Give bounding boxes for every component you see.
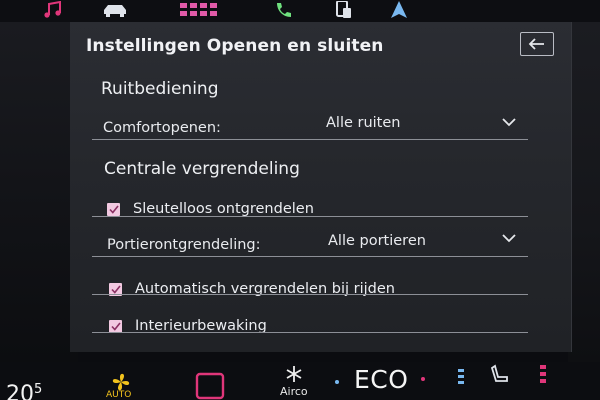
navigation-arrow-icon[interactable] bbox=[387, 0, 411, 20]
phone-device-icon[interactable] bbox=[330, 0, 356, 20]
page-title: Instellingen Openen en sluiten bbox=[86, 36, 384, 56]
divider bbox=[92, 216, 528, 217]
section-window-title: Ruitbediening bbox=[101, 79, 219, 99]
keyless-unlock-row[interactable]: Sleutelloos ontgrendelen bbox=[107, 201, 314, 217]
indicator-dot bbox=[335, 380, 339, 384]
checkmark-icon bbox=[108, 205, 119, 214]
settings-panel: Instellingen Openen en sluiten Ruitbedie… bbox=[70, 22, 572, 352]
section-locking-title: Centrale vergrendeling bbox=[104, 159, 300, 179]
rear-window-heating-icon[interactable] bbox=[195, 372, 225, 400]
divider bbox=[92, 294, 528, 295]
snowflake-icon[interactable] bbox=[285, 365, 303, 383]
divider bbox=[92, 139, 528, 140]
checkmark-icon bbox=[110, 322, 121, 331]
fan-level-icon[interactable] bbox=[456, 368, 466, 386]
temperature-value: 20 bbox=[6, 382, 34, 400]
interior-monitoring-checkbox[interactable] bbox=[109, 319, 122, 333]
divider bbox=[92, 332, 528, 333]
seat-icon[interactable] bbox=[490, 364, 510, 386]
comfort-open-label: Comfortopenen: bbox=[103, 120, 221, 136]
background-left bbox=[0, 22, 78, 362]
top-app-bar bbox=[0, 0, 600, 22]
fan-auto-label: AUTO bbox=[106, 390, 132, 400]
apps-grid-icon[interactable] bbox=[176, 0, 222, 20]
keyless-unlock-label: Sleutelloos ontgrendelen bbox=[133, 201, 314, 217]
phone-icon[interactable] bbox=[270, 0, 296, 20]
comfort-open-select[interactable]: Alle ruiten bbox=[326, 115, 400, 131]
checkmark-icon bbox=[110, 285, 121, 294]
airco-label: Airco bbox=[280, 385, 308, 398]
door-unlock-select[interactable]: Alle portieren bbox=[328, 233, 426, 249]
temperature-display[interactable]: 205 bbox=[6, 382, 42, 400]
music-note-icon[interactable] bbox=[40, 0, 66, 20]
seat-heating-level-icon[interactable] bbox=[538, 364, 548, 386]
divider bbox=[92, 256, 528, 257]
back-arrow-icon bbox=[528, 38, 544, 50]
eco-mode-button[interactable]: ECO bbox=[354, 365, 408, 394]
back-button[interactable] bbox=[520, 32, 554, 56]
chevron-down-icon[interactable] bbox=[502, 117, 516, 127]
keyless-unlock-checkbox[interactable] bbox=[107, 202, 120, 216]
background-right bbox=[568, 22, 600, 362]
door-unlock-label: Portierontgrendeling: bbox=[107, 237, 261, 253]
chevron-down-icon[interactable] bbox=[502, 233, 516, 243]
fan-icon[interactable] bbox=[111, 372, 131, 392]
car-icon[interactable] bbox=[100, 0, 130, 20]
indicator-dot bbox=[421, 377, 425, 381]
temperature-unit: 5 bbox=[34, 382, 43, 397]
